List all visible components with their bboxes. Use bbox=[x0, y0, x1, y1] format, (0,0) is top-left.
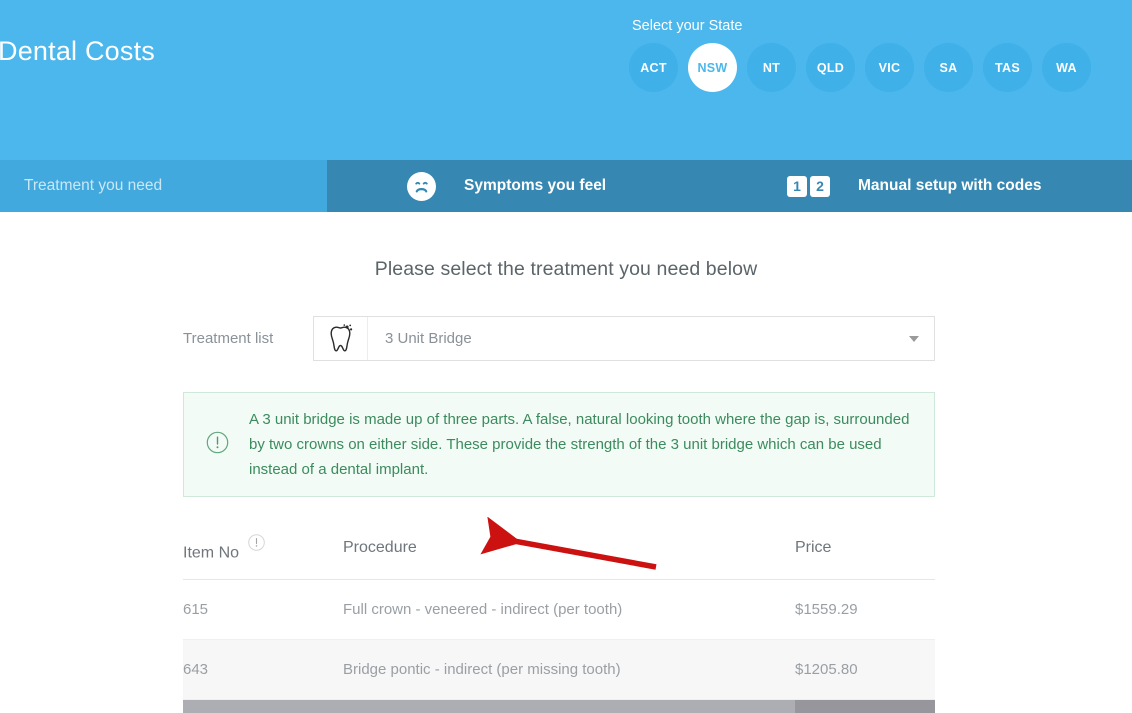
table-header-row: Item No Procedure Price bbox=[183, 522, 935, 581]
column-header-price: Price bbox=[795, 522, 935, 581]
table-header: Item No Procedure Price bbox=[183, 522, 935, 581]
tab-treatment-label: Treatment you need bbox=[24, 177, 163, 194]
state-button-qld[interactable]: QLD bbox=[806, 43, 855, 92]
column-header-procedure: Procedure bbox=[343, 522, 795, 581]
column-header-item-no: Item No bbox=[183, 522, 343, 581]
total-treatment-cost-row: Total Treatment Cost $2765.09 bbox=[183, 699, 935, 713]
treatment-info-text: A 3 unit bridge is made up of three part… bbox=[249, 411, 910, 478]
exclamation-circle-icon bbox=[206, 431, 229, 459]
cell-price: $1205.80 bbox=[795, 639, 935, 701]
state-button-sa[interactable]: SA bbox=[924, 43, 973, 92]
state-selector: Select your State ACT NSW NT QLD VIC SA … bbox=[629, 18, 1121, 92]
item-no-info-icon[interactable] bbox=[248, 534, 266, 556]
main-content: Please select the treatment you need bel… bbox=[0, 212, 1132, 713]
state-selector-label: Select your State bbox=[632, 18, 743, 34]
main-heading: Please select the treatment you need bel… bbox=[374, 258, 758, 280]
state-button-vic[interactable]: VIC bbox=[865, 43, 914, 92]
page-title: Dental Costs bbox=[0, 36, 155, 66]
tooth-icon bbox=[314, 317, 368, 360]
chevron-down-icon[interactable] bbox=[909, 335, 919, 342]
cell-price: $1559.29 bbox=[795, 579, 935, 641]
column-header-item-no-label: Item No bbox=[183, 544, 240, 562]
state-button-nsw[interactable]: NSW bbox=[688, 43, 737, 92]
treatment-info-box: A 3 unit bridge is made up of three part… bbox=[183, 392, 935, 497]
table-body: 615 Full crown - veneered - indirect (pe… bbox=[183, 579, 935, 713]
treatment-select-row: Treatment list 3 Unit Bridge bbox=[0, 316, 1132, 361]
cell-procedure: Full crown - veneered - indirect (per to… bbox=[343, 579, 795, 641]
code-square-one: 1 bbox=[787, 175, 807, 197]
treatment-items-table: Item No Procedure Price 615 Full crown -… bbox=[183, 522, 935, 713]
sad-face-icon bbox=[407, 171, 436, 201]
total-treatment-cost-value: $2765.09 bbox=[795, 699, 935, 713]
tab-manual-setup-with-codes[interactable]: 1 2 Manual setup with codes bbox=[747, 160, 1132, 212]
tab-symptoms-you-feel[interactable]: Symptoms you feel bbox=[327, 160, 747, 212]
total-treatment-cost-label: Total Treatment Cost bbox=[183, 699, 343, 713]
site-header: Dental Costs Select your State ACT NSW N… bbox=[0, 0, 1132, 160]
number-codes-icon: 1 2 bbox=[787, 175, 830, 197]
table-row: 615 Full crown - veneered - indirect (pe… bbox=[183, 579, 935, 641]
treatment-select[interactable]: 3 Unit Bridge bbox=[313, 316, 935, 361]
total-spacer-cell bbox=[343, 699, 795, 713]
tab-manual-setup-label: Manual setup with codes bbox=[858, 177, 1042, 194]
mode-tab-bar: Treatment you need Symptoms you feel 1 2… bbox=[0, 160, 1132, 212]
treatment-select-value: 3 Unit Bridge bbox=[385, 330, 472, 347]
state-button-nt[interactable]: NT bbox=[747, 43, 796, 92]
state-button-act[interactable]: ACT bbox=[629, 43, 678, 92]
cell-item-no: 615 bbox=[183, 579, 343, 641]
cell-procedure: Bridge pontic - indirect (per missing to… bbox=[343, 639, 795, 701]
tab-symptoms-label: Symptoms you feel bbox=[464, 177, 607, 194]
table-row: 643 Bridge pontic - indirect (per missin… bbox=[183, 639, 935, 701]
tab-treatment-you-need[interactable]: Treatment you need bbox=[0, 160, 327, 212]
state-button-tas[interactable]: TAS bbox=[983, 43, 1032, 92]
treatment-list-label: Treatment list bbox=[183, 330, 274, 347]
page-root: Dental Costs Select your State ACT NSW N… bbox=[0, 0, 1132, 713]
state-button-row: ACT NSW NT QLD VIC SA TAS WA bbox=[629, 43, 1121, 92]
code-square-two: 2 bbox=[810, 175, 830, 197]
state-button-wa[interactable]: WA bbox=[1042, 43, 1091, 92]
cell-item-no: 643 bbox=[183, 639, 343, 701]
